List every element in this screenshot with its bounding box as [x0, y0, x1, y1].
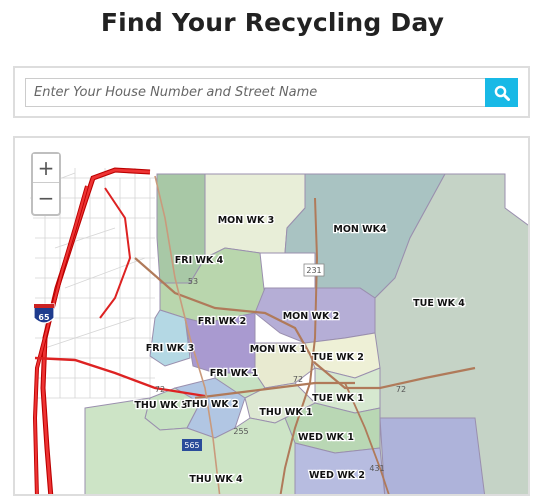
zone-label: TUE WK 1: [312, 393, 364, 404]
search-icon: [494, 85, 510, 101]
zoom-out-button[interactable]: −: [33, 183, 59, 212]
zone-label: THU WK 3: [134, 400, 187, 411]
zone-label: MON WK 3: [218, 215, 275, 226]
zone-label: THU WK 2: [185, 399, 238, 410]
zone-label: MON WK 2: [283, 311, 340, 322]
zone-label: TUE WK 2: [312, 352, 364, 363]
zone-label: TUE WK 4: [413, 298, 465, 309]
page-title: Find Your Recycling Day: [100, 8, 445, 37]
zone-label: THU WK 1: [259, 407, 312, 418]
zone-label: FRI WK 1: [210, 368, 258, 379]
svg-text:65: 65: [38, 313, 50, 322]
search-panel: [13, 66, 530, 118]
search-input[interactable]: [25, 78, 485, 107]
zone-label: MON WK 1: [250, 344, 307, 355]
zoom-control: + −: [31, 152, 61, 216]
interstate-65-shield: 65: [33, 303, 55, 324]
svg-text:72: 72: [293, 375, 303, 384]
zone-label: FRI WK 2: [198, 316, 246, 327]
svg-text:431: 431: [369, 464, 384, 473]
svg-text:53: 53: [188, 277, 198, 286]
search-button[interactable]: [485, 78, 518, 107]
svg-text:72: 72: [396, 385, 406, 394]
zone-label: FRI WK 4: [175, 255, 224, 266]
zone-label: WED WK 1: [298, 432, 354, 443]
recycling-zone-map[interactable]: 65 53 231 72 565 255 431 72 72 MON WK 3 …: [15, 138, 530, 496]
zone-label: FRI WK 3: [146, 343, 194, 354]
map-panel[interactable]: 65 53 231 72 565 255 431 72 72 MON WK 3 …: [13, 136, 530, 496]
svg-text:72: 72: [155, 385, 165, 394]
svg-text:255: 255: [233, 427, 248, 436]
zone-label: MON WK4: [333, 224, 387, 235]
svg-text:565: 565: [184, 441, 199, 450]
svg-text:231: 231: [306, 266, 321, 275]
zoom-in-button[interactable]: +: [33, 154, 59, 183]
zone-label: WED WK 2: [309, 470, 365, 481]
